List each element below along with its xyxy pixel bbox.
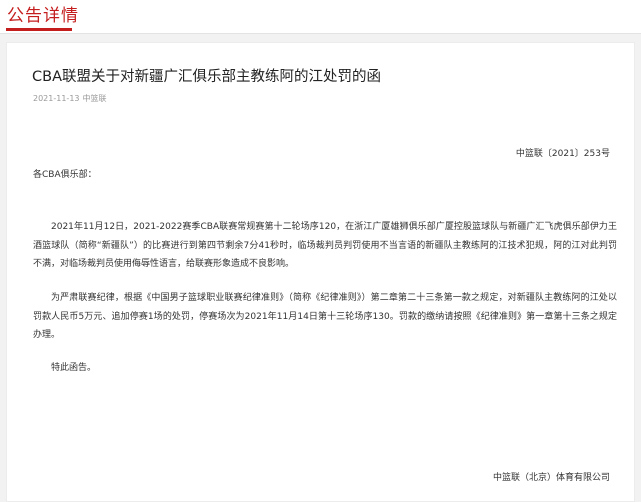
paragraph-closing: 特此函告。 <box>51 363 97 373</box>
document-number: 中篮联〔2021〕253号 <box>515 149 610 159</box>
salutation: 各CBA俱乐部： <box>33 170 97 180</box>
publish-date: 2021-11-13 <box>33 94 80 103</box>
page-title: 公告详情 <box>7 6 79 26</box>
paragraph-incident: 2021年11月12日，2021-2022赛季CBA联赛常规赛第十二轮场序120… <box>33 222 617 269</box>
header-divider <box>0 33 641 34</box>
signature: 中篮联（北京）体育有限公司 <box>492 473 610 483</box>
title-underline <box>6 28 72 31</box>
paragraph-penalty: 为严肃联赛纪律，根据《中国男子篮球职业联赛纪律准则》（简称《纪律准则》）第二章第… <box>33 293 617 340</box>
announcement-title: CBA联盟关于对新疆广汇俱乐部主教练阿的江处罚的函 <box>32 69 381 85</box>
announcement-card: CBA联盟关于对新疆广汇俱乐部主教练阿的江处罚的函 2021-11-13 中篮联 … <box>6 42 635 502</box>
announcement-meta: 2021-11-13 中篮联 <box>33 93 107 105</box>
publish-source: 中篮联 <box>82 94 107 103</box>
page-header: 公告详情 <box>0 0 641 34</box>
